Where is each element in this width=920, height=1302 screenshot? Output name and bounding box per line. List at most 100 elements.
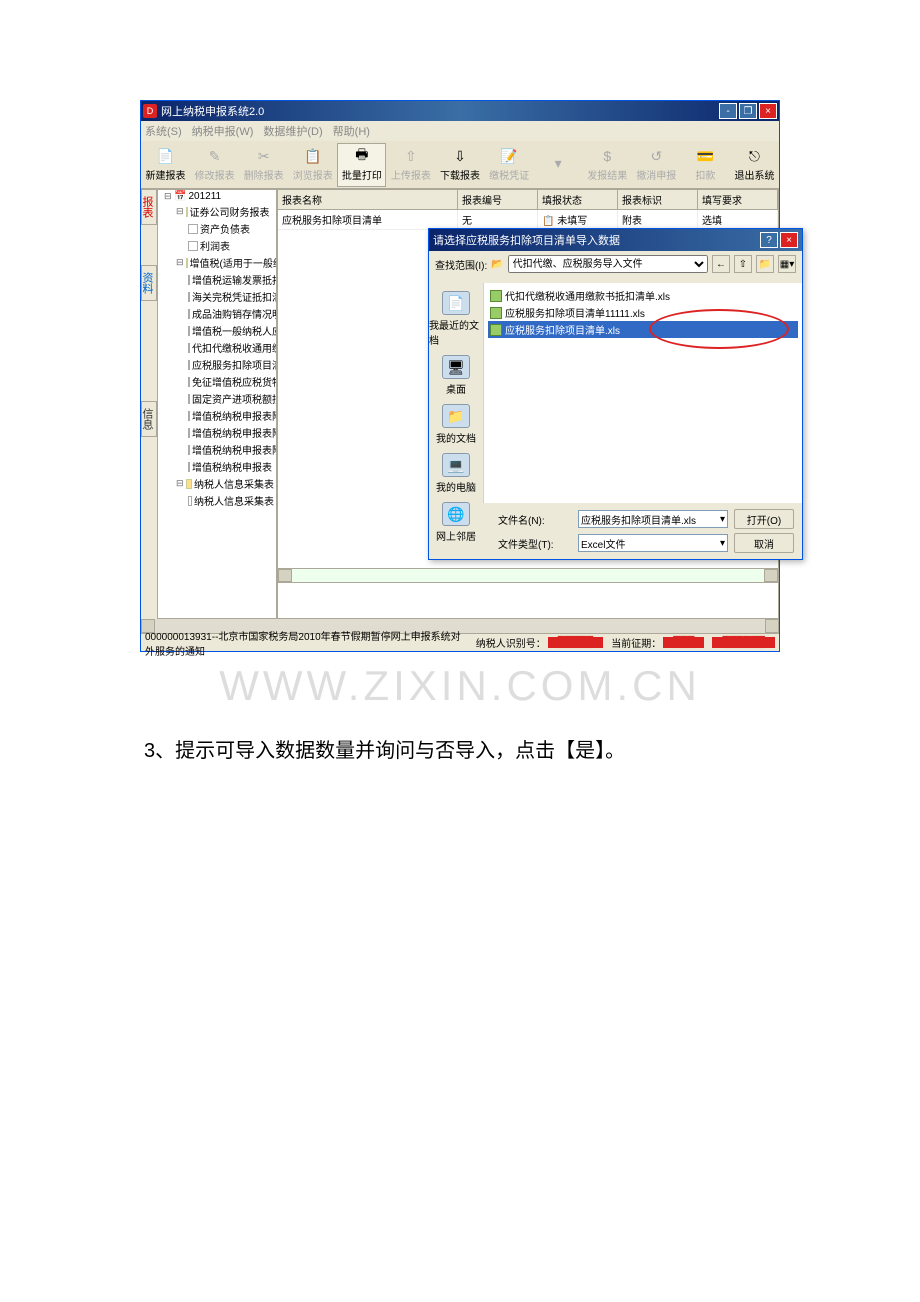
tab-profile[interactable]: 资料 [141, 265, 157, 301]
cell-req: 选填 [698, 210, 778, 229]
tree-leaf[interactable]: 增值税运输发票抵扣 [158, 271, 276, 288]
toolbar-button[interactable]: 🖶批量打印 [337, 143, 386, 187]
window-controls: - ❐ × [719, 103, 777, 119]
tree-leaf[interactable]: 利润表 [158, 237, 276, 254]
close-button[interactable]: × [759, 103, 777, 119]
tree-leaf[interactable]: 纳税人信息采集表 [158, 492, 276, 509]
places-icon: 📁 [442, 404, 470, 428]
document-icon [188, 292, 190, 302]
document-icon [188, 224, 198, 234]
xls-icon [490, 290, 502, 302]
toolbar-icon: ⎋ [745, 147, 763, 165]
back-button[interactable]: ← [712, 255, 730, 273]
content-scrollbar[interactable] [278, 568, 778, 582]
document-icon [188, 241, 198, 251]
document-icon [188, 411, 190, 421]
document-icon [188, 496, 192, 506]
scroll-right-icon[interactable] [764, 569, 778, 582]
file-list: 代扣代缴税收通用缴款书抵扣清单.xls 应税服务扣除项目清单11111.xls … [488, 287, 798, 338]
menu-data[interactable]: 数据维护(D) [263, 123, 322, 139]
toolbar-button[interactable]: ⎋退出系统 [730, 143, 779, 187]
redacted-block: ██████ [712, 637, 775, 648]
period-redacted: ███ [663, 637, 704, 648]
tab-info[interactable]: 信息 [141, 401, 157, 437]
up-button[interactable]: ⇧ [734, 255, 752, 273]
tree-leaf[interactable]: 增值税纳税申报表附 [158, 441, 276, 458]
toolbar-button: ⇧上传报表 [386, 143, 435, 187]
xls-icon [490, 307, 502, 319]
tree-leaf[interactable]: 成品油购销存情况明 [158, 305, 276, 322]
menu-system[interactable]: 系统(S) [145, 123, 182, 139]
scroll-left-icon[interactable] [278, 569, 292, 582]
document-icon [188, 360, 190, 370]
tree-leaf[interactable]: 免征增值税应税货物 [158, 373, 276, 390]
toolbar-icon: 📝 [500, 147, 518, 165]
document-icon [188, 377, 190, 387]
dialog-title: 请选择应税服务扣除项目清单导入数据 [433, 232, 758, 248]
toolbar: 📄新建报表✎修改报表✂删除报表📋浏览报表🖶批量打印⇧上传报表⇩下载报表📝缴税凭证… [141, 141, 779, 189]
menu-declare[interactable]: 纳税申报(W) [192, 123, 254, 139]
open-button[interactable]: 打开(O) [734, 509, 794, 529]
places-icon: 💻 [442, 453, 470, 477]
tab-reports[interactable]: 报表 [141, 189, 157, 225]
places-item[interactable]: 🖥桌面 [429, 351, 483, 400]
dialog-footer: 文件名(N): 应税服务扣除项目清单.xls▾ 打开(O) 文件类型(T): E… [429, 503, 802, 559]
cell-status: 📋 未填写 [538, 210, 618, 229]
tree-leaf[interactable]: 固定资产进项税额抵 [158, 390, 276, 407]
main-area: 报表 资料 信息 ⊟📅 201211⊟ 证券公司财务报表（月报） 资产负债表 利… [141, 189, 779, 619]
toolbar-icon: 🖶 [353, 147, 371, 165]
tree-leaf[interactable]: 增值税一般纳税人应 [158, 322, 276, 339]
toolbar-button: 💳扣款 [681, 143, 730, 187]
maximize-button[interactable]: ❐ [739, 103, 757, 119]
watermark: WWW.ZIXIN.COM.CN [140, 662, 780, 710]
places-item[interactable]: 📁我的文档 [429, 400, 483, 449]
toolbar-icon: ⇩ [451, 147, 469, 165]
new-folder-button[interactable]: 📁 [756, 255, 774, 273]
document-icon [188, 343, 190, 353]
folder-icon [186, 207, 188, 217]
toolbar-button: ✂删除报表 [239, 143, 288, 187]
tree-leaf[interactable]: 代扣代缴税收通用缴 [158, 339, 276, 356]
minimize-button[interactable]: - [719, 103, 737, 119]
menu-help[interactable]: 帮助(H) [333, 123, 370, 139]
table-row[interactable]: 应税服务扣除项目清单 无 📋 未填写 附表 选填 [278, 210, 778, 230]
tree-leaf[interactable]: 应税服务扣除项目清 [158, 356, 276, 373]
list-item[interactable]: 应税服务扣除项目清单11111.xls [488, 304, 798, 321]
tree-group[interactable]: ⊟ 证券公司财务报表（月报） [158, 203, 276, 220]
left-tabs: 报表 资料 信息 [141, 189, 157, 619]
col-req: 填写要求 [698, 190, 778, 209]
toolbar-button[interactable]: ⇩下载报表 [435, 143, 484, 187]
tree-leaf[interactable]: 增值税纳税申报表附 [158, 424, 276, 441]
tree-group[interactable]: ⊟ 纳税人信息采集表 [158, 475, 276, 492]
filename-input[interactable]: 应税服务扣除项目清单.xls▾ [578, 510, 728, 528]
toolbar-icon: ✎ [206, 147, 224, 165]
tree-leaf[interactable]: 增值税纳税申报表（ [158, 458, 276, 475]
tree-group[interactable]: ⊟ 增值税(适用于一般纳税 [158, 254, 276, 271]
places-item[interactable]: 💻我的电脑 [429, 449, 483, 498]
tree-root[interactable]: ⊟📅 201211 [158, 190, 276, 203]
dialog-help-button[interactable]: ? [760, 232, 778, 248]
places-item[interactable]: 📄我最近的文档 [429, 287, 483, 351]
tree-leaf[interactable]: 增值税纳税申报表附 [158, 407, 276, 424]
filetype-select[interactable]: Excel文件▾ [578, 534, 728, 552]
dialog-titlebar: 请选择应税服务扣除项目清单导入数据 ? × [429, 229, 802, 251]
title-bar: D 网上纳税申报系统2.0 - ❐ × [141, 101, 779, 121]
toolbar-icon: 📄 [157, 147, 175, 165]
places-item[interactable]: 🌐网上邻居 [429, 498, 483, 547]
toolbar-icon: ⇧ [402, 147, 420, 165]
cell-mark: 附表 [618, 210, 698, 229]
list-item[interactable]: 代扣代缴税收通用缴款书抵扣清单.xls [488, 287, 798, 304]
look-in-select[interactable]: 代扣代缴、应税服务导入文件 [508, 255, 708, 273]
toolbar-icon: $ [598, 147, 616, 165]
toolbar-button: 📋浏览报表 [288, 143, 337, 187]
list-item-selected[interactable]: 应税服务扣除项目清单.xls [488, 321, 798, 338]
cell-name: 应税服务扣除项目清单 [278, 210, 458, 229]
view-button[interactable]: ▦▾ [778, 255, 796, 273]
col-mark: 报表标识 [618, 190, 698, 209]
tree-panel: ⊟📅 201211⊟ 证券公司财务报表（月报） 资产负债表 利润表⊟ 增值税(适… [157, 189, 277, 619]
tree-leaf[interactable]: 资产负债表 [158, 220, 276, 237]
tree-leaf[interactable]: 海关完税凭证抵扣清 [158, 288, 276, 305]
cancel-button[interactable]: 取消 [734, 533, 794, 553]
toolbar-button[interactable]: 📄新建报表 [141, 143, 190, 187]
dialog-close-button[interactable]: × [780, 232, 798, 248]
